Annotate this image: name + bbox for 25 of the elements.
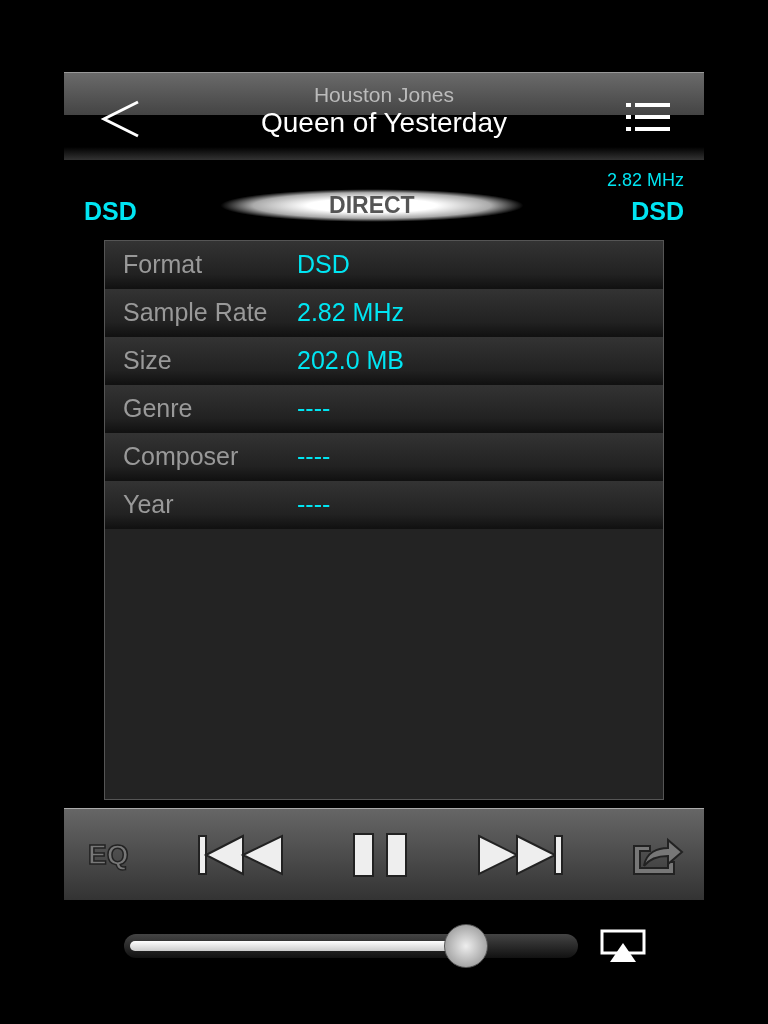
info-label: Sample Rate: [123, 298, 269, 327]
track-title: Queen of Yesterday: [261, 106, 507, 139]
info-value: DSD: [297, 250, 350, 279]
info-value: 202.0 MB: [297, 346, 404, 375]
info-label: Year: [123, 490, 175, 519]
direct-indicator: DIRECT: [219, 189, 525, 222]
artist-name: Houston Jones: [313, 82, 455, 107]
previous-icon[interactable]: [197, 833, 284, 876]
output-rate: 2.82 MHz: [606, 170, 684, 191]
info-value: ----: [297, 394, 331, 423]
info-value: ----: [297, 442, 331, 471]
info-label: Composer: [123, 442, 240, 471]
volume-slider[interactable]: [124, 924, 578, 968]
info-value: 2.82 MHz: [297, 298, 404, 327]
info-label: Size: [123, 346, 173, 375]
next-icon[interactable]: [476, 833, 563, 876]
airplay-icon[interactable]: [600, 929, 646, 963]
volume-thumb[interactable]: [443, 924, 488, 968]
output-format: DSD: [631, 197, 684, 226]
info-value: ----: [297, 490, 331, 519]
info-label: Genre: [123, 394, 194, 423]
pause-icon[interactable]: [353, 832, 408, 877]
info-label: Format: [123, 250, 204, 279]
list-icon[interactable]: [626, 100, 670, 133]
source-format: DSD: [84, 197, 137, 226]
